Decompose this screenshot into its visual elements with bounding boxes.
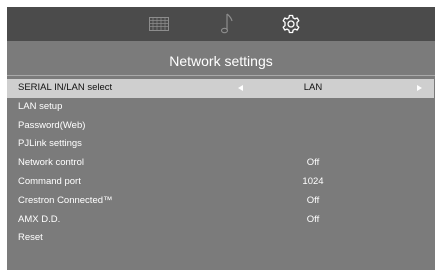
menu-item-label: SERIAL IN/LAN select: [18, 82, 113, 93]
menu-item-value: Off: [306, 213, 320, 225]
tab-bar: [7, 7, 435, 41]
menu-item-label: Password(Web): [18, 119, 86, 131]
title-divider: [7, 75, 435, 76]
menu-item-label: Crestron Connected™: [18, 194, 113, 206]
tab-picture[interactable]: [138, 7, 180, 41]
arrow-right-icon[interactable]: [417, 85, 422, 91]
menu-item-network-control[interactable]: Network control Off: [7, 154, 435, 173]
menu-title: Network settings: [169, 53, 273, 69]
menu-item-value: LAN: [303, 82, 323, 93]
menu-item-value: 1024: [302, 175, 324, 187]
menu-item-amx-dd[interactable]: AMX D.D. Off: [7, 211, 435, 230]
menu-item-serial-lan-select[interactable]: SERIAL IN/LAN select LAN: [7, 79, 434, 98]
menu-item-label: Reset: [18, 232, 43, 244]
menu-item-pjlink-settings[interactable]: PJLink settings: [7, 135, 435, 154]
music-note-icon: [220, 13, 234, 35]
menu-item-label: LAN setup: [18, 100, 63, 112]
tab-settings[interactable]: [270, 7, 312, 41]
menu-item-lan-setup[interactable]: LAN setup: [7, 98, 435, 117]
menu-item-reset[interactable]: Reset: [7, 229, 435, 248]
menu-item-label: PJLink settings: [18, 138, 82, 150]
menu-item-label: AMX D.D.: [18, 213, 61, 225]
menu-item-crestron-connected[interactable]: Crestron Connected™ Off: [7, 192, 435, 211]
menu-item-password-web[interactable]: Password(Web): [7, 117, 435, 136]
menu-item-command-port[interactable]: Command port 1024: [7, 173, 435, 192]
picture-grid-icon: [149, 17, 169, 31]
menu-item-label: Network control: [18, 157, 84, 169]
arrow-left-icon[interactable]: [238, 85, 243, 91]
menu-item-value: Off: [306, 157, 320, 169]
menu-item-value: Off: [306, 194, 320, 206]
menu-item-label: Command port: [18, 175, 81, 187]
settings-menu: SERIAL IN/LAN select LAN LAN setup Passw…: [7, 79, 435, 248]
tab-audio[interactable]: [206, 7, 248, 41]
osd-panel: Network settings SERIAL IN/LAN select LA…: [7, 7, 435, 270]
gear-icon: [281, 14, 301, 34]
